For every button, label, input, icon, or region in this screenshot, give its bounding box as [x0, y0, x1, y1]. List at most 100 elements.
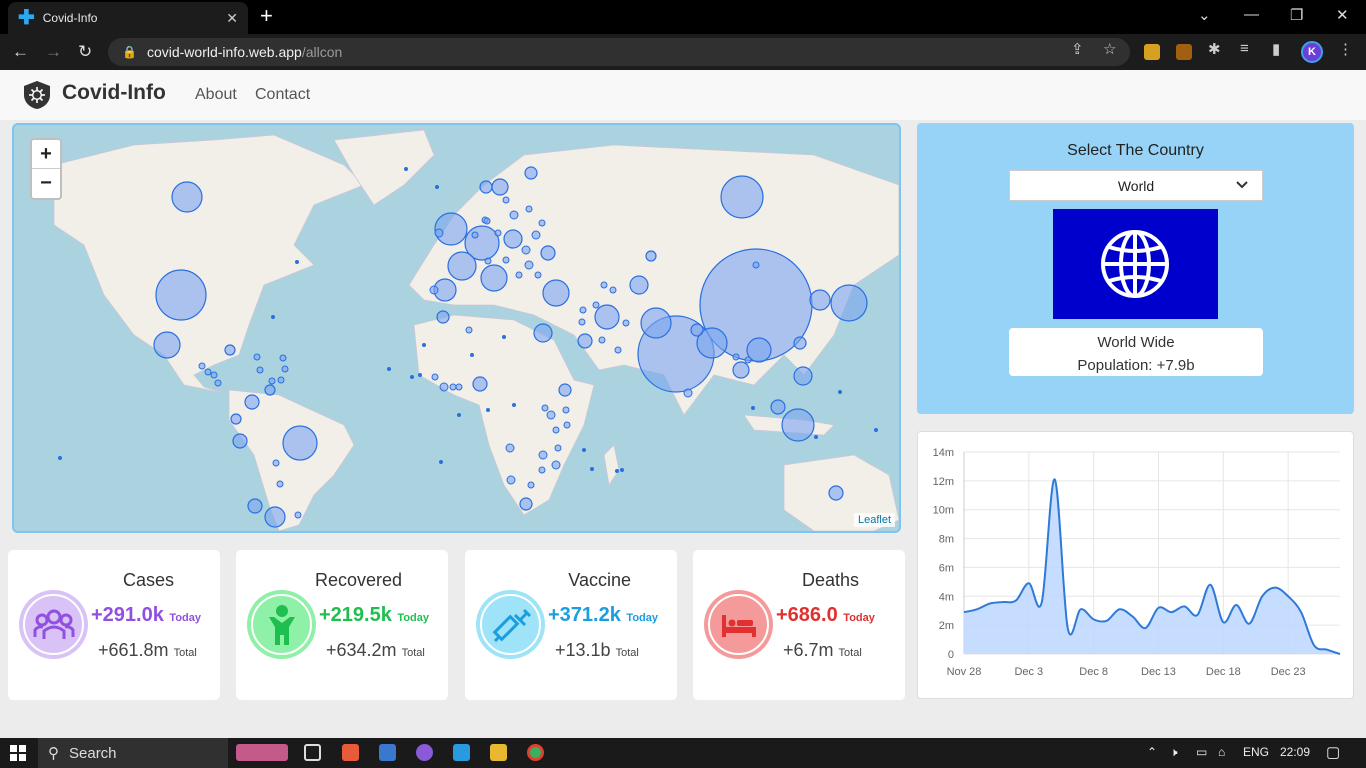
media-queue-icon[interactable]: ≡	[1240, 40, 1249, 57]
site-navbar: Covid-Info About Contact	[0, 70, 1366, 120]
minimize-icon[interactable]: —	[1244, 6, 1259, 23]
browser-toolbar: ← → ↻ 🔒 covid-world-info.web.app/allcon …	[0, 34, 1366, 70]
y-tick-label: 2m	[939, 620, 954, 632]
extension-shoe-icon[interactable]	[1176, 44, 1192, 60]
back-icon[interactable]: ←	[12, 42, 29, 62]
country-selector-panel: Select The Country World World Wide Popu…	[917, 123, 1354, 414]
website: Covid-Info About Contact + − Leaflet Sel…	[0, 70, 1366, 738]
clock[interactable]: 22:09	[1280, 745, 1310, 759]
task-view-icon[interactable]	[304, 744, 321, 761]
windows-taskbar: ⚲ Search ⌃ 🕨 ▭ ⌂ ENG 22:09 ▢	[0, 738, 1366, 768]
chevron-down-icon	[1236, 178, 1248, 195]
search-highlights-icon[interactable]	[236, 744, 288, 761]
world-map[interactable]: + − Leaflet	[12, 123, 901, 533]
shield-virus-logo-icon[interactable]	[23, 80, 51, 110]
vaccine-label: Vaccine	[568, 570, 631, 590]
tab-title: Covid-Info	[42, 11, 98, 25]
cases-total: +661.8m Total	[98, 640, 197, 660]
country-flag	[1053, 209, 1218, 319]
vscode-icon[interactable]	[453, 744, 470, 761]
vaccine-icon-circle	[476, 590, 545, 659]
nav-contact-link[interactable]: Contact	[255, 86, 310, 104]
browser-tab[interactable]: ✚ Covid-Info ✕	[8, 2, 248, 34]
menu-kebab-icon[interactable]: ⋮	[1338, 40, 1353, 58]
zoom-out-button[interactable]: −	[32, 169, 60, 198]
x-tick-label: Dec 23	[1271, 666, 1306, 678]
recovered-label: Recovered	[314, 570, 402, 590]
x-tick-label: Dec 18	[1206, 666, 1241, 678]
y-tick-label: 4m	[939, 591, 954, 603]
y-tick-label: 0	[948, 649, 954, 661]
store-app-icon[interactable]	[379, 744, 396, 761]
restore-icon[interactable]: ❐	[1290, 6, 1303, 24]
lock-icon: 🔒	[122, 45, 137, 59]
network-icon[interactable]: ⌂	[1218, 745, 1225, 759]
file-explorer-icon[interactable]	[490, 744, 507, 761]
url-host: covid-world-info.web.app	[146, 44, 302, 60]
tab-search-icon[interactable]: ⌄	[1198, 6, 1211, 24]
reload-icon[interactable]: ↻	[78, 42, 92, 62]
bed-icon	[721, 614, 756, 637]
language-indicator[interactable]: ENG	[1243, 745, 1269, 759]
chart-svg: 0 2m 4m 6m 8m 10m 12m 14m Nov 28 Dec 3 Dec 8 Dec 13…	[933, 447, 1341, 678]
zoom-in-button[interactable]: +	[32, 140, 60, 169]
map-zoom-control: + −	[30, 138, 62, 200]
url-path: /allcon	[301, 44, 343, 60]
profile-avatar[interactable]: K	[1301, 41, 1323, 63]
population-text: Population: +7.9b	[1077, 357, 1195, 374]
taskbar-search-label: Search	[69, 744, 117, 762]
leaflet-attribution-link[interactable]: Leaflet	[853, 513, 895, 527]
chrome-icon[interactable]	[527, 744, 544, 761]
notifications-icon[interactable]: ▢	[1326, 743, 1340, 761]
cases-history-chart: 0 2m 4m 6m 8m 10m 12m 14m Nov 28 Dec 3 Dec 8 Dec 13…	[917, 431, 1354, 699]
extensions-puzzle-icon[interactable]: ✱	[1208, 40, 1221, 58]
recovered-icon-circle	[247, 590, 316, 659]
deaths-label: Deaths	[801, 570, 859, 590]
vaccine-total: +13.1b Total	[555, 640, 639, 660]
search-icon: ⚲	[48, 745, 59, 762]
dropdown-selected-value: World	[1117, 177, 1155, 194]
windows-start-icon[interactable]	[10, 745, 26, 761]
y-tick-label: 10m	[933, 505, 954, 517]
recovered-total: +634.2m Total	[326, 640, 425, 660]
country-info-box: World Wide Population: +7.9b	[1009, 328, 1263, 376]
vaccine-today: +371.2k Today	[548, 604, 658, 626]
deaths-today: +686.0 Today	[776, 604, 875, 626]
series-area	[964, 479, 1340, 654]
drop-app-icon[interactable]	[416, 744, 433, 761]
close-window-icon[interactable]: ✕	[1336, 6, 1349, 24]
stat-card-cases: Cases +291.0k Today +661.8m Total	[8, 550, 220, 700]
map-tiles[interactable]	[14, 125, 899, 531]
address-bar[interactable]: 🔒 covid-world-info.web.app/allcon	[108, 38, 1130, 66]
globe-icon	[1101, 230, 1169, 298]
group-icon	[33, 609, 74, 639]
office-app-icon[interactable]	[342, 744, 359, 761]
forward-icon[interactable]: →	[45, 42, 62, 62]
region-name: World Wide	[1097, 334, 1175, 351]
extension-cat-icon[interactable]	[1144, 44, 1160, 60]
side-panel-icon[interactable]: ▮	[1272, 40, 1280, 58]
recovered-today: +219.5k Today	[319, 604, 429, 626]
browser-tab-bar: ✚ Covid-Info ✕ + ⌄ — ❐ ✕	[0, 0, 1366, 34]
share-icon[interactable]: ⇪	[1071, 40, 1084, 58]
cases-today: +291.0k Today	[91, 604, 201, 626]
bookmark-star-icon[interactable]: ☆	[1103, 40, 1116, 58]
y-tick-label: 8m	[939, 534, 954, 546]
tray-chevron-icon[interactable]: ⌃	[1147, 745, 1157, 759]
x-tick-label: Nov 28	[947, 666, 982, 678]
cases-label: Cases	[122, 570, 174, 590]
new-tab-button[interactable]: +	[260, 5, 273, 27]
brand-name[interactable]: Covid-Info	[62, 81, 166, 105]
nav-about-link[interactable]: About	[195, 86, 237, 104]
deaths-total: +6.7m Total	[783, 640, 862, 660]
tab-close-icon[interactable]: ✕	[226, 10, 238, 27]
country-dropdown[interactable]: World	[1009, 170, 1263, 201]
x-tick-label: Dec 13	[1141, 666, 1176, 678]
stat-card-recovered: Recovered +219.5k Today +634.2m Total	[236, 550, 448, 700]
select-country-label: Select The Country	[1067, 142, 1204, 159]
volume-icon[interactable]: 🕨	[1170, 745, 1178, 760]
taskbar-search-box[interactable]: ⚲ Search	[38, 738, 228, 768]
battery-icon[interactable]: ▭	[1196, 745, 1207, 759]
y-tick-label: 12m	[933, 476, 954, 488]
person-icon	[268, 604, 295, 645]
